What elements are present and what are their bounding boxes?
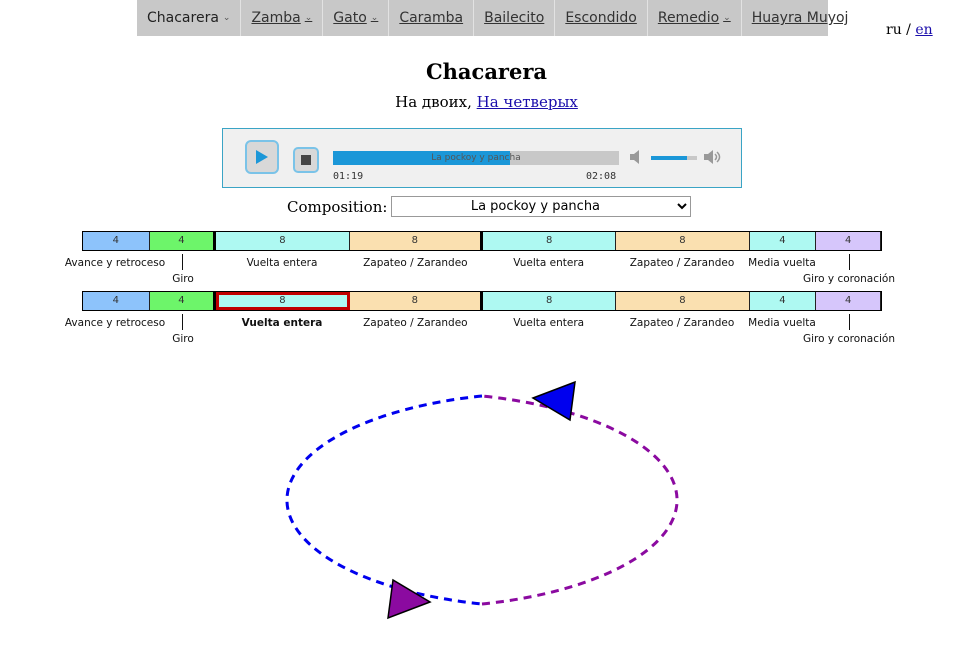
timeline-segment-label: Media vuelta bbox=[748, 257, 816, 269]
play-button[interactable] bbox=[245, 140, 279, 174]
timeline-segment[interactable]: 8 bbox=[616, 292, 750, 310]
play-icon bbox=[256, 150, 268, 164]
timeline-segment[interactable]: 4 bbox=[816, 292, 881, 310]
timeline-segment[interactable]: 8 bbox=[483, 292, 617, 310]
progress-bar[interactable]: La pockoy y pancha bbox=[333, 151, 619, 165]
timeline-segment[interactable]: 8 bbox=[349, 232, 483, 250]
nav-item-chacarera[interactable]: Chacarera ⌄ bbox=[137, 0, 242, 36]
timeline-segment-label: Zapateo / Zarandeo bbox=[363, 257, 468, 269]
chevron-down-icon: ⌄ bbox=[304, 13, 313, 23]
path-right-half bbox=[481, 394, 679, 606]
timeline-segment-label: Vuelta entera bbox=[246, 257, 318, 269]
nav-item-gato[interactable]: Gato ⌄ bbox=[323, 0, 390, 36]
timeline-segment-label: Media vuelta bbox=[748, 317, 816, 329]
path-ellipse bbox=[285, 394, 679, 606]
audio-player: La pockoy y pancha 01:19 02:08 bbox=[222, 128, 742, 188]
timeline-segment[interactable]: 4 bbox=[149, 292, 217, 310]
timeline-segment[interactable]: 4 bbox=[83, 292, 150, 310]
nav-item-zamba[interactable]: Zamba ⌄ bbox=[241, 0, 324, 36]
mute-button[interactable] bbox=[629, 149, 643, 169]
lang-en-link[interactable]: en bbox=[915, 22, 932, 38]
variant-four-link[interactable]: На четверых bbox=[477, 93, 578, 111]
nav-item-label: Gato bbox=[333, 10, 367, 26]
time-current: 01:19 bbox=[333, 171, 364, 182]
timeline-segment[interactable]: 8 bbox=[616, 232, 750, 250]
timeline-segment-label: Avance y retroceso bbox=[64, 257, 166, 269]
composition-label: Composition: bbox=[287, 197, 388, 216]
composition-row: Composition: La pockoy y pancha bbox=[287, 196, 692, 217]
variant-switch: На двоих, На четверых bbox=[0, 93, 973, 111]
nav-item-label: Huayra Muyoj bbox=[751, 10, 849, 26]
chevron-down-icon: ⌄ bbox=[723, 13, 731, 23]
nav-item-label: Bailecito bbox=[484, 10, 545, 26]
timeline-segment[interactable]: 4 bbox=[749, 232, 817, 250]
timeline-segment-label: Vuelta entera bbox=[241, 317, 323, 329]
nav-item-label: Caramba bbox=[399, 10, 464, 26]
timeline-label-leader bbox=[182, 314, 183, 330]
nav-item-label: Chacarera bbox=[147, 10, 219, 26]
timeline-segment-label: Avance y retroceso bbox=[64, 317, 166, 329]
timeline-segment[interactable]: 8 bbox=[216, 292, 350, 310]
timeline-segment[interactable]: 4 bbox=[83, 232, 150, 250]
timeline-segment-label: Giro bbox=[172, 273, 194, 285]
timeline-segment[interactable]: 4 bbox=[816, 232, 881, 250]
volume-fill bbox=[651, 156, 687, 160]
nav-item-label: Zamba bbox=[251, 10, 301, 26]
stop-button[interactable] bbox=[293, 147, 319, 173]
lang-ru: ru bbox=[886, 22, 902, 38]
variant-current: На двоих, bbox=[395, 93, 472, 111]
top-nav: Chacarera ⌄ Zamba ⌄ Gato ⌄ Caramba Bailecito Esc… bbox=[137, 0, 848, 36]
timeline-label-leader bbox=[849, 254, 850, 270]
timeline-segment[interactable]: 8 bbox=[349, 292, 483, 310]
language-switch: ru / en bbox=[886, 22, 933, 38]
lang-separator: / bbox=[906, 22, 911, 38]
speaker-mute-icon bbox=[630, 150, 639, 164]
track-name: La pockoy y pancha bbox=[431, 153, 521, 163]
nav-item-bailecito[interactable]: Bailecito bbox=[474, 0, 556, 36]
timeline-segment[interactable]: 8 bbox=[216, 232, 350, 250]
timeline-label-leader bbox=[182, 254, 183, 270]
timeline-segment-label: Vuelta entera bbox=[513, 257, 585, 269]
dancer-blue-marker bbox=[531, 380, 576, 422]
dance-path-diagram bbox=[285, 380, 679, 620]
nav-item-remedio[interactable]: Remedio ⌄ bbox=[648, 0, 742, 36]
timeline-segment[interactable]: 4 bbox=[749, 292, 817, 310]
timeline-segment-label: Vuelta entera bbox=[513, 317, 585, 329]
nav-item-huayra-muyoj[interactable]: Huayra Muyoj bbox=[742, 0, 859, 36]
timeline-segment-label: Zapateo / Zarandeo bbox=[629, 317, 735, 329]
dancer-purple-marker bbox=[387, 578, 432, 620]
stop-icon bbox=[301, 155, 311, 165]
page-title: Chacarera bbox=[425, 59, 548, 84]
timeline-segment[interactable]: 8 bbox=[483, 232, 617, 250]
time-total: 02:08 bbox=[586, 171, 617, 182]
timeline-segment-label: Zapateo / Zarandeo bbox=[363, 317, 468, 329]
timeline-segment-label: Giro bbox=[172, 333, 194, 345]
volume-slider[interactable] bbox=[651, 156, 697, 160]
path-left-half bbox=[285, 394, 483, 606]
composition-select[interactable]: La pockoy y pancha bbox=[391, 196, 692, 217]
timeline-segment-label: Giro y coronación bbox=[802, 333, 896, 345]
timeline-label-leader bbox=[849, 314, 850, 330]
timeline-segment-label: Zapateo / Zarandeo bbox=[629, 257, 735, 269]
chevron-down-icon: ⌄ bbox=[370, 13, 379, 23]
nav-item-label: Remedio bbox=[657, 10, 720, 26]
chevron-down-icon: ⌄ bbox=[222, 13, 231, 23]
timeline-segment-label: Giro y coronación bbox=[802, 273, 896, 285]
volume-max-button[interactable] bbox=[703, 149, 723, 169]
timeline-bar: 44888844 bbox=[82, 291, 882, 311]
timeline-bar: 44888844 bbox=[82, 231, 882, 251]
nav-item-label: Escondido bbox=[565, 10, 637, 26]
speaker-loud-icon bbox=[704, 150, 721, 164]
nav-item-caramba[interactable]: Caramba bbox=[389, 0, 475, 36]
timeline-segment[interactable]: 4 bbox=[149, 232, 217, 250]
nav-item-escondido[interactable]: Escondido bbox=[555, 0, 648, 36]
